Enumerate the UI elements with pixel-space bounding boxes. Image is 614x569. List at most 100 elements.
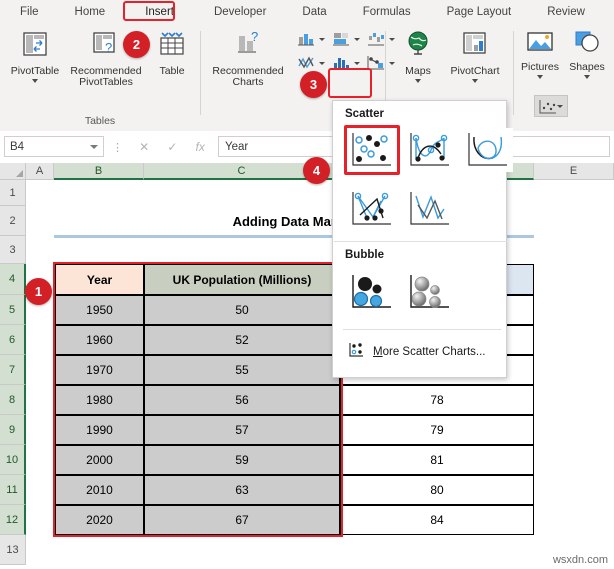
- spreadsheet-grid: A B C D E 1 2 3 4 5 6 7 8 9 10 11 12 13 …: [0, 163, 614, 569]
- scatter-dropdown-menu: Scatter: [332, 100, 507, 378]
- recommended-charts-button[interactable]: ? Recommended Charts: [206, 29, 290, 89]
- chevron-down-icon[interactable]: [32, 79, 38, 83]
- line-chart-button[interactable]: [296, 54, 325, 72]
- scatter-markers-only-thumb[interactable]: [347, 128, 397, 172]
- chevron-down-icon[interactable]: [319, 38, 325, 41]
- row-header-5[interactable]: 5: [0, 295, 26, 325]
- row-header-8[interactable]: 8: [0, 385, 26, 415]
- row-header-10[interactable]: 10: [0, 445, 26, 475]
- recommended-pivot-tables-label-2: PivotTables: [79, 77, 133, 89]
- table-icon: [157, 29, 187, 63]
- row-header-7[interactable]: 7: [0, 355, 26, 385]
- bar-chart-button[interactable]: [331, 30, 360, 48]
- watermark: wsxdn.com: [553, 554, 608, 566]
- column-header-b[interactable]: B: [54, 163, 144, 180]
- cell-other-2000[interactable]: 81: [340, 445, 534, 475]
- cell-year-1990[interactable]: 1990: [55, 415, 144, 445]
- pivot-table-button[interactable]: PivotTable: [4, 29, 66, 83]
- bubble-more-divider: [343, 329, 501, 330]
- more-scatter-charts-item[interactable]: More Scatter Charts...: [347, 341, 486, 362]
- svg-text:?: ?: [105, 40, 112, 55]
- tab-page-layout[interactable]: Page Layout: [441, 4, 518, 20]
- ribbon-tab-bar: File Home Insert Developer Data Formulas…: [0, 0, 614, 23]
- row-header-2[interactable]: 2: [0, 206, 26, 236]
- row-header-13[interactable]: 13: [0, 535, 26, 565]
- row-header-3[interactable]: 3: [0, 236, 26, 264]
- row-header-11[interactable]: 11: [0, 475, 26, 505]
- maps-button[interactable]: Maps: [394, 29, 442, 83]
- tab-developer[interactable]: Developer: [208, 4, 272, 20]
- cell-year-2010[interactable]: 2010: [55, 475, 144, 505]
- cell-other-1990[interactable]: 79: [340, 415, 534, 445]
- more-scatter-charts-rest: ore Scatter Charts...: [383, 346, 486, 358]
- chevron-down-icon[interactable]: [354, 62, 360, 65]
- scatter-section-heading: Scatter: [345, 108, 384, 120]
- bubble-3d-thumb[interactable]: [405, 271, 455, 315]
- tab-review[interactable]: Review: [541, 4, 591, 20]
- cell-uk-2020[interactable]: 67: [144, 505, 340, 535]
- chevron-down-icon[interactable]: [319, 62, 325, 65]
- chevron-down-icon[interactable]: [584, 75, 590, 79]
- cell-uk-2000[interactable]: 59: [144, 445, 340, 475]
- bubble-thumb[interactable]: [347, 271, 397, 315]
- line-chart-icon: [296, 54, 316, 72]
- tab-formulas[interactable]: Formulas: [357, 4, 417, 20]
- row-header-9[interactable]: 9: [0, 415, 26, 445]
- cell-other-2020[interactable]: 84: [340, 505, 534, 535]
- recommended-pivot-tables-icon: ?: [91, 29, 121, 63]
- column-chart-button[interactable]: [296, 30, 325, 48]
- scatter-smooth-lines-markers-thumb[interactable]: [405, 128, 455, 172]
- cell-uk-1950[interactable]: 50: [144, 295, 340, 325]
- more-scatter-charts-icon: [347, 341, 365, 362]
- tab-insert[interactable]: Insert: [139, 4, 180, 20]
- cancel-icon[interactable]: ✕: [139, 140, 149, 154]
- tab-data[interactable]: Data: [296, 4, 332, 20]
- shapes-button[interactable]: Shapes: [564, 29, 610, 79]
- histogram-chart-button[interactable]: [331, 54, 360, 72]
- scatter-smooth-lines-thumb[interactable]: [463, 128, 513, 172]
- scatter-straight-lines-thumb[interactable]: [405, 187, 455, 231]
- chevron-down-icon[interactable]: [472, 79, 478, 83]
- pictures-button[interactable]: Pictures: [517, 29, 563, 79]
- cell-year-1950[interactable]: 1950: [55, 295, 144, 325]
- cell-year-2000[interactable]: 2000: [55, 445, 144, 475]
- svg-text:?: ?: [251, 29, 258, 44]
- row-header-6[interactable]: 6: [0, 325, 26, 355]
- cell-year-1980[interactable]: 1980: [55, 385, 144, 415]
- insert-function-icon[interactable]: fx: [196, 140, 205, 154]
- cell-other-1980[interactable]: 78: [340, 385, 534, 415]
- badge-4: 4: [303, 157, 330, 184]
- select-all-corner[interactable]: [0, 163, 26, 180]
- row-header-12[interactable]: 12: [0, 505, 26, 535]
- enter-icon[interactable]: ✓: [167, 140, 177, 154]
- cell-uk-1960[interactable]: 52: [144, 325, 340, 355]
- pivot-table-label: PivotTable: [11, 66, 59, 78]
- row-header-4[interactable]: 4: [0, 264, 26, 295]
- table-header-uk-population: UK Population (Millions): [144, 264, 340, 295]
- cell-year-2020[interactable]: 2020: [55, 505, 144, 535]
- scatter-straight-lines-markers-thumb[interactable]: [347, 187, 397, 231]
- cell-uk-1990[interactable]: 57: [144, 415, 340, 445]
- column-header-e[interactable]: E: [534, 163, 614, 180]
- chevron-down-icon[interactable]: [90, 145, 98, 149]
- cell-uk-1980[interactable]: 56: [144, 385, 340, 415]
- name-box[interactable]: B4: [4, 136, 104, 157]
- chevron-down-icon[interactable]: [537, 75, 543, 79]
- cell-other-2010[interactable]: 80: [340, 475, 534, 505]
- chevron-down-icon[interactable]: [354, 38, 360, 41]
- cell-year-1960[interactable]: 1960: [55, 325, 144, 355]
- tab-file[interactable]: File: [14, 4, 45, 20]
- pivot-chart-button[interactable]: PivotChart: [444, 29, 506, 83]
- pictures-icon: [525, 29, 555, 59]
- tab-home[interactable]: Home: [69, 4, 112, 20]
- badge-3: 3: [300, 71, 327, 98]
- table-button[interactable]: Table: [150, 29, 194, 77]
- cell-year-1970[interactable]: 1970: [55, 355, 144, 385]
- chevron-down-icon[interactable]: [415, 79, 421, 83]
- cell-uk-1970[interactable]: 55: [144, 355, 340, 385]
- column-header-a[interactable]: A: [26, 163, 54, 180]
- stock-chart-icon: [366, 54, 386, 72]
- cell-uk-2010[interactable]: 63: [144, 475, 340, 505]
- table-header-year: Year: [55, 264, 144, 295]
- row-header-1[interactable]: 1: [0, 180, 26, 206]
